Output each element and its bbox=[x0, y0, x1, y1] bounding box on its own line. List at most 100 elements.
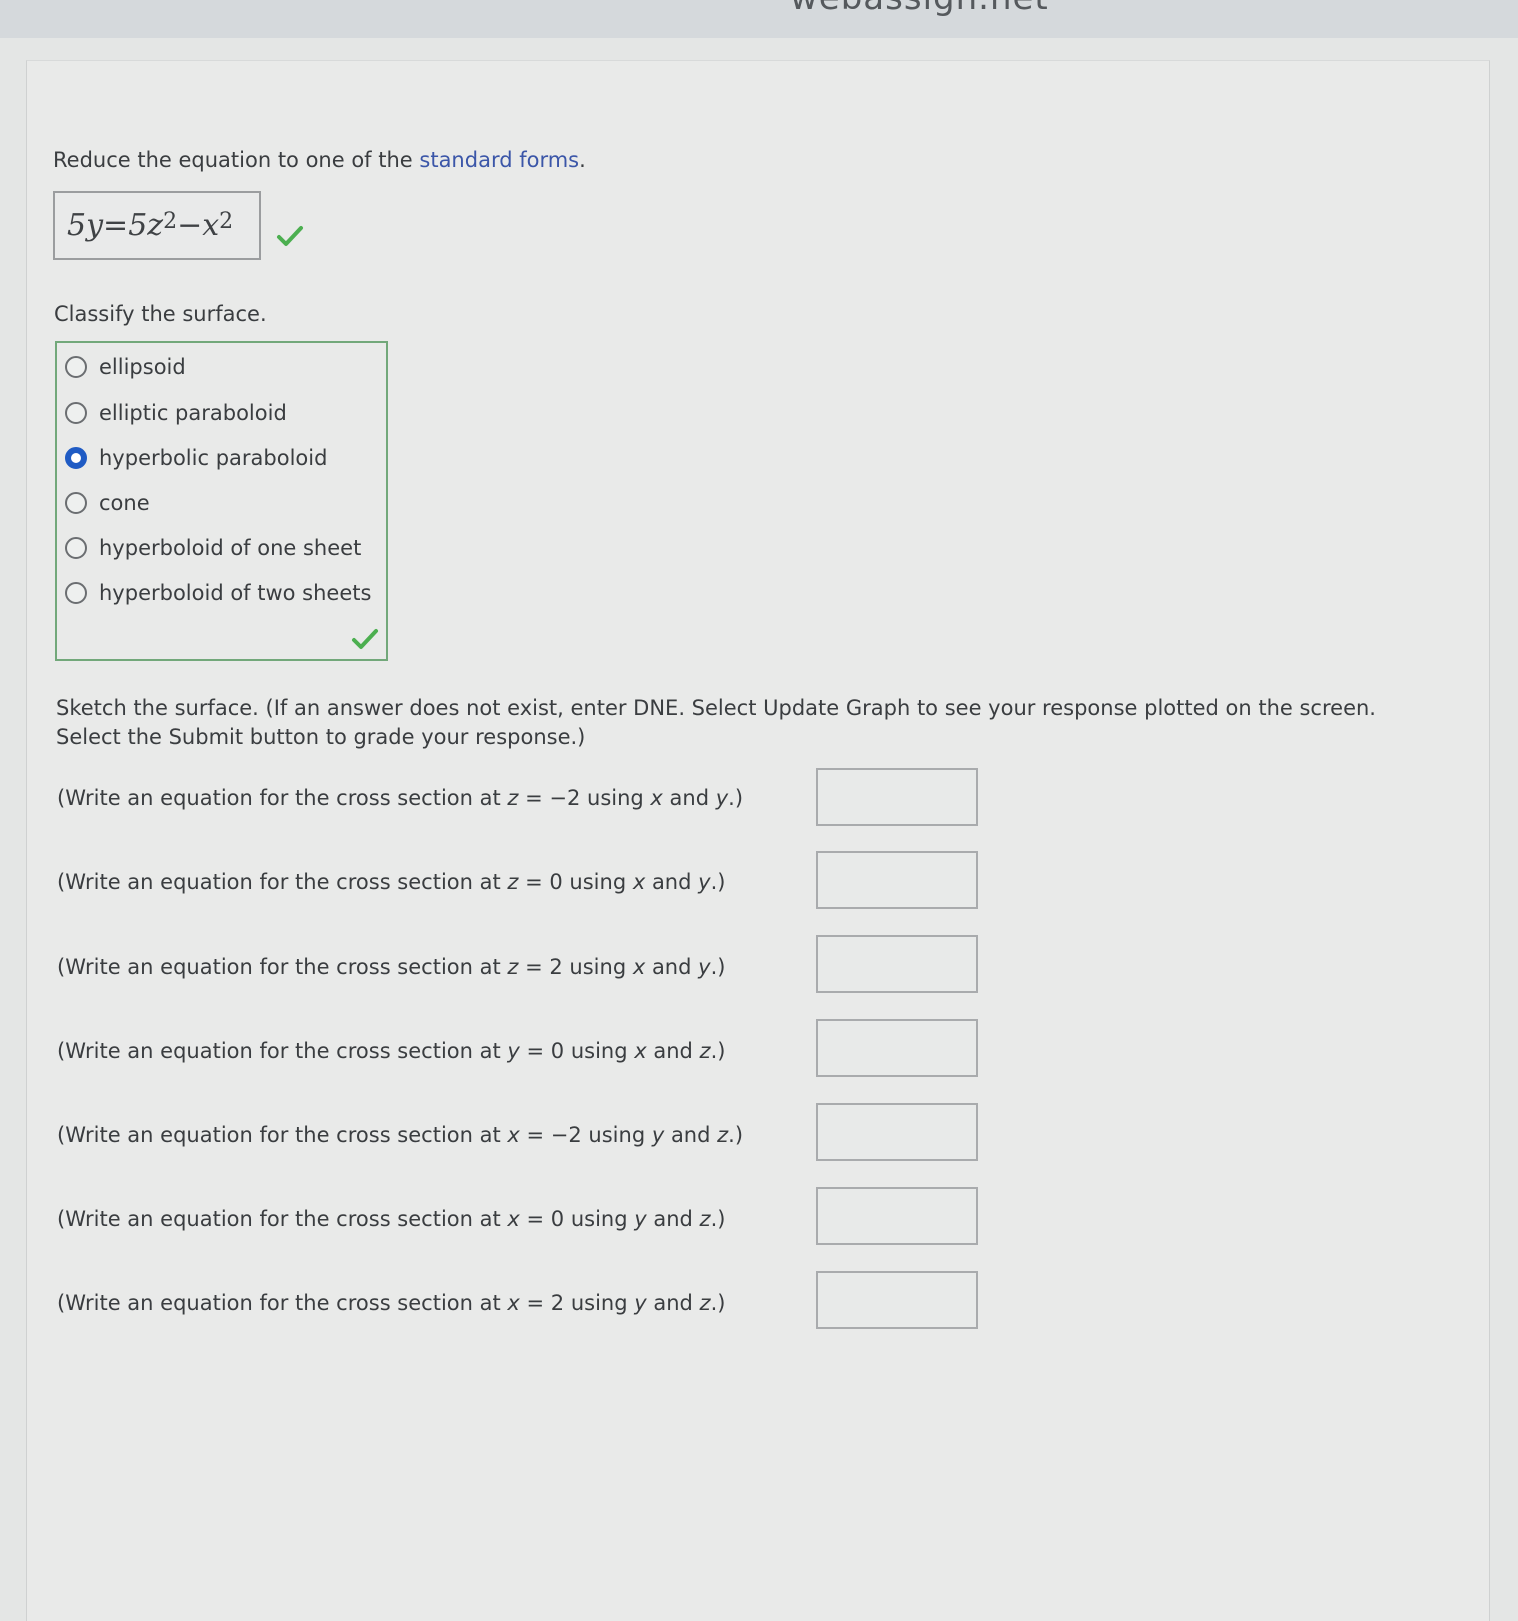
option-label: cone bbox=[99, 491, 150, 515]
sketch-line-2: Select the Submit button to grade your r… bbox=[56, 725, 586, 749]
question-panel bbox=[26, 60, 1490, 1621]
prompt-end: .) bbox=[728, 1123, 744, 1147]
cross-section-prompt: (Write an equation for the cross section… bbox=[57, 1291, 725, 1315]
prompt-eq: = 2 using bbox=[518, 955, 633, 979]
option-label: hyperboloid of two sheets bbox=[99, 581, 372, 605]
equation-term-b: x bbox=[202, 208, 220, 243]
option-label: hyperboloid of one sheet bbox=[99, 536, 362, 560]
equation-exp-1: 2 bbox=[163, 209, 178, 234]
prompt-eq: = −2 using bbox=[518, 786, 651, 810]
prompt-var: z bbox=[507, 955, 519, 979]
prompt-var: z bbox=[507, 870, 519, 894]
option-hyperbolic-paraboloid[interactable]: hyperbolic paraboloid bbox=[65, 443, 327, 473]
radio-hyperboloid-one-sheet[interactable] bbox=[65, 537, 87, 559]
option-cone[interactable]: cone bbox=[65, 488, 150, 518]
cross-section-input-x-2[interactable] bbox=[816, 1271, 978, 1329]
prompt-eq: = 0 using bbox=[519, 1207, 635, 1231]
option-label: ellipsoid bbox=[99, 355, 186, 379]
equation-minus: − bbox=[177, 208, 203, 243]
prompt-and: and bbox=[646, 1207, 700, 1231]
prompt-v1: y bbox=[634, 1207, 647, 1231]
standard-forms-link[interactable]: standard forms bbox=[419, 148, 579, 172]
browser-top-bar: webassign.net bbox=[0, 0, 1518, 38]
intro-text: Reduce the equation to one of the bbox=[53, 148, 420, 172]
cross-section-input-z-0[interactable] bbox=[816, 851, 978, 909]
prompt-text: (Write an equation for the cross section… bbox=[57, 786, 508, 810]
option-hyperboloid-two-sheets[interactable]: hyperboloid of two sheets bbox=[65, 578, 371, 608]
classify-label: Classify the surface. bbox=[54, 302, 267, 326]
sketch-instructions: Sketch the surface. (If an answer does n… bbox=[56, 694, 1446, 752]
option-ellipsoid[interactable]: ellipsoid bbox=[65, 352, 186, 382]
prompt-var: x bbox=[507, 1123, 520, 1147]
prompt-eq: = 0 using bbox=[518, 870, 633, 894]
option-label: elliptic paraboloid bbox=[99, 401, 287, 425]
cross-section-prompt: (Write an equation for the cross section… bbox=[57, 786, 743, 810]
cross-section-prompt: (Write an equation for the cross section… bbox=[57, 1039, 725, 1063]
equation-equals: = bbox=[103, 208, 129, 243]
prompt-v2: z bbox=[699, 1207, 711, 1231]
prompt-v2: y bbox=[698, 870, 711, 894]
equation-term-a: 5z bbox=[128, 208, 164, 243]
prompt-v1: y bbox=[634, 1291, 647, 1315]
prompt-eq: = −2 using bbox=[519, 1123, 652, 1147]
prompt-and: and bbox=[664, 1123, 718, 1147]
question-intro: Reduce the equation to one of the standa… bbox=[53, 148, 586, 172]
cross-section-input-y-0[interactable] bbox=[816, 1019, 978, 1077]
prompt-var: y bbox=[507, 1039, 520, 1063]
cross-section-prompt: (Write an equation for the cross section… bbox=[57, 870, 725, 894]
prompt-end: .) bbox=[710, 1207, 726, 1231]
prompt-var: z bbox=[507, 786, 519, 810]
prompt-v2: z bbox=[699, 1291, 711, 1315]
prompt-end: .) bbox=[710, 870, 726, 894]
radio-cone[interactable] bbox=[65, 492, 87, 514]
prompt-text: (Write an equation for the cross section… bbox=[57, 1039, 508, 1063]
prompt-and: and bbox=[645, 870, 699, 894]
prompt-and: and bbox=[646, 1291, 700, 1315]
radio-elliptic-paraboloid[interactable] bbox=[65, 402, 87, 424]
option-label: hyperbolic paraboloid bbox=[99, 446, 328, 470]
prompt-text: (Write an equation for the cross section… bbox=[57, 870, 508, 894]
cross-section-input-x-neg2[interactable] bbox=[816, 1103, 978, 1161]
prompt-end: .) bbox=[710, 955, 726, 979]
prompt-var: x bbox=[507, 1207, 520, 1231]
cross-section-input-x-0[interactable] bbox=[816, 1187, 978, 1245]
cross-section-prompt: (Write an equation for the cross section… bbox=[57, 1207, 725, 1231]
prompt-v2: y bbox=[715, 786, 729, 810]
prompt-and: and bbox=[646, 1039, 700, 1063]
prompt-end: .) bbox=[728, 786, 744, 810]
prompt-v2: z bbox=[699, 1039, 711, 1063]
option-elliptic-paraboloid[interactable]: elliptic paraboloid bbox=[65, 398, 287, 428]
cross-section-prompt: (Write an equation for the cross section… bbox=[57, 955, 725, 979]
radio-hyperbolic-paraboloid[interactable] bbox=[65, 447, 87, 469]
cross-section-prompt: (Write an equation for the cross section… bbox=[57, 1123, 743, 1147]
surface-options-group: ellipsoid elliptic paraboloid hyperbolic… bbox=[55, 341, 388, 661]
prompt-eq: = 2 using bbox=[519, 1291, 635, 1315]
options-correct-check-icon bbox=[351, 628, 379, 650]
equation-answer-box: 5y = 5z 2 − x2 bbox=[53, 191, 261, 260]
prompt-v2: z bbox=[717, 1123, 729, 1147]
radio-ellipsoid[interactable] bbox=[65, 356, 87, 378]
prompt-end: .) bbox=[710, 1291, 726, 1315]
radio-hyperboloid-two-sheets[interactable] bbox=[65, 582, 87, 604]
prompt-text: (Write an equation for the cross section… bbox=[57, 1291, 508, 1315]
prompt-v1: x bbox=[632, 955, 646, 979]
intro-period: . bbox=[579, 148, 586, 172]
cross-section-input-z-neg2[interactable] bbox=[816, 768, 978, 826]
prompt-eq: = 0 using bbox=[519, 1039, 635, 1063]
prompt-text: (Write an equation for the cross section… bbox=[57, 955, 508, 979]
sketch-line-1: Sketch the surface. (If an answer does n… bbox=[56, 696, 1376, 720]
option-hyperboloid-one-sheet[interactable]: hyperboloid of one sheet bbox=[65, 533, 361, 563]
prompt-v1: x bbox=[634, 1039, 647, 1063]
equation-exp-2: 2 bbox=[219, 209, 234, 234]
prompt-v1: x bbox=[632, 870, 646, 894]
cross-section-input-z-2[interactable] bbox=[816, 935, 978, 993]
prompt-v1: x bbox=[650, 786, 663, 810]
prompt-text: (Write an equation for the cross section… bbox=[57, 1123, 508, 1147]
prompt-end: .) bbox=[710, 1039, 726, 1063]
equation-lhs: 5y bbox=[67, 208, 104, 243]
prompt-v1: y bbox=[651, 1123, 665, 1147]
site-address: webassign.net bbox=[790, 0, 1049, 18]
prompt-text: (Write an equation for the cross section… bbox=[57, 1207, 508, 1231]
prompt-v2: y bbox=[698, 955, 711, 979]
prompt-var: x bbox=[507, 1291, 520, 1315]
